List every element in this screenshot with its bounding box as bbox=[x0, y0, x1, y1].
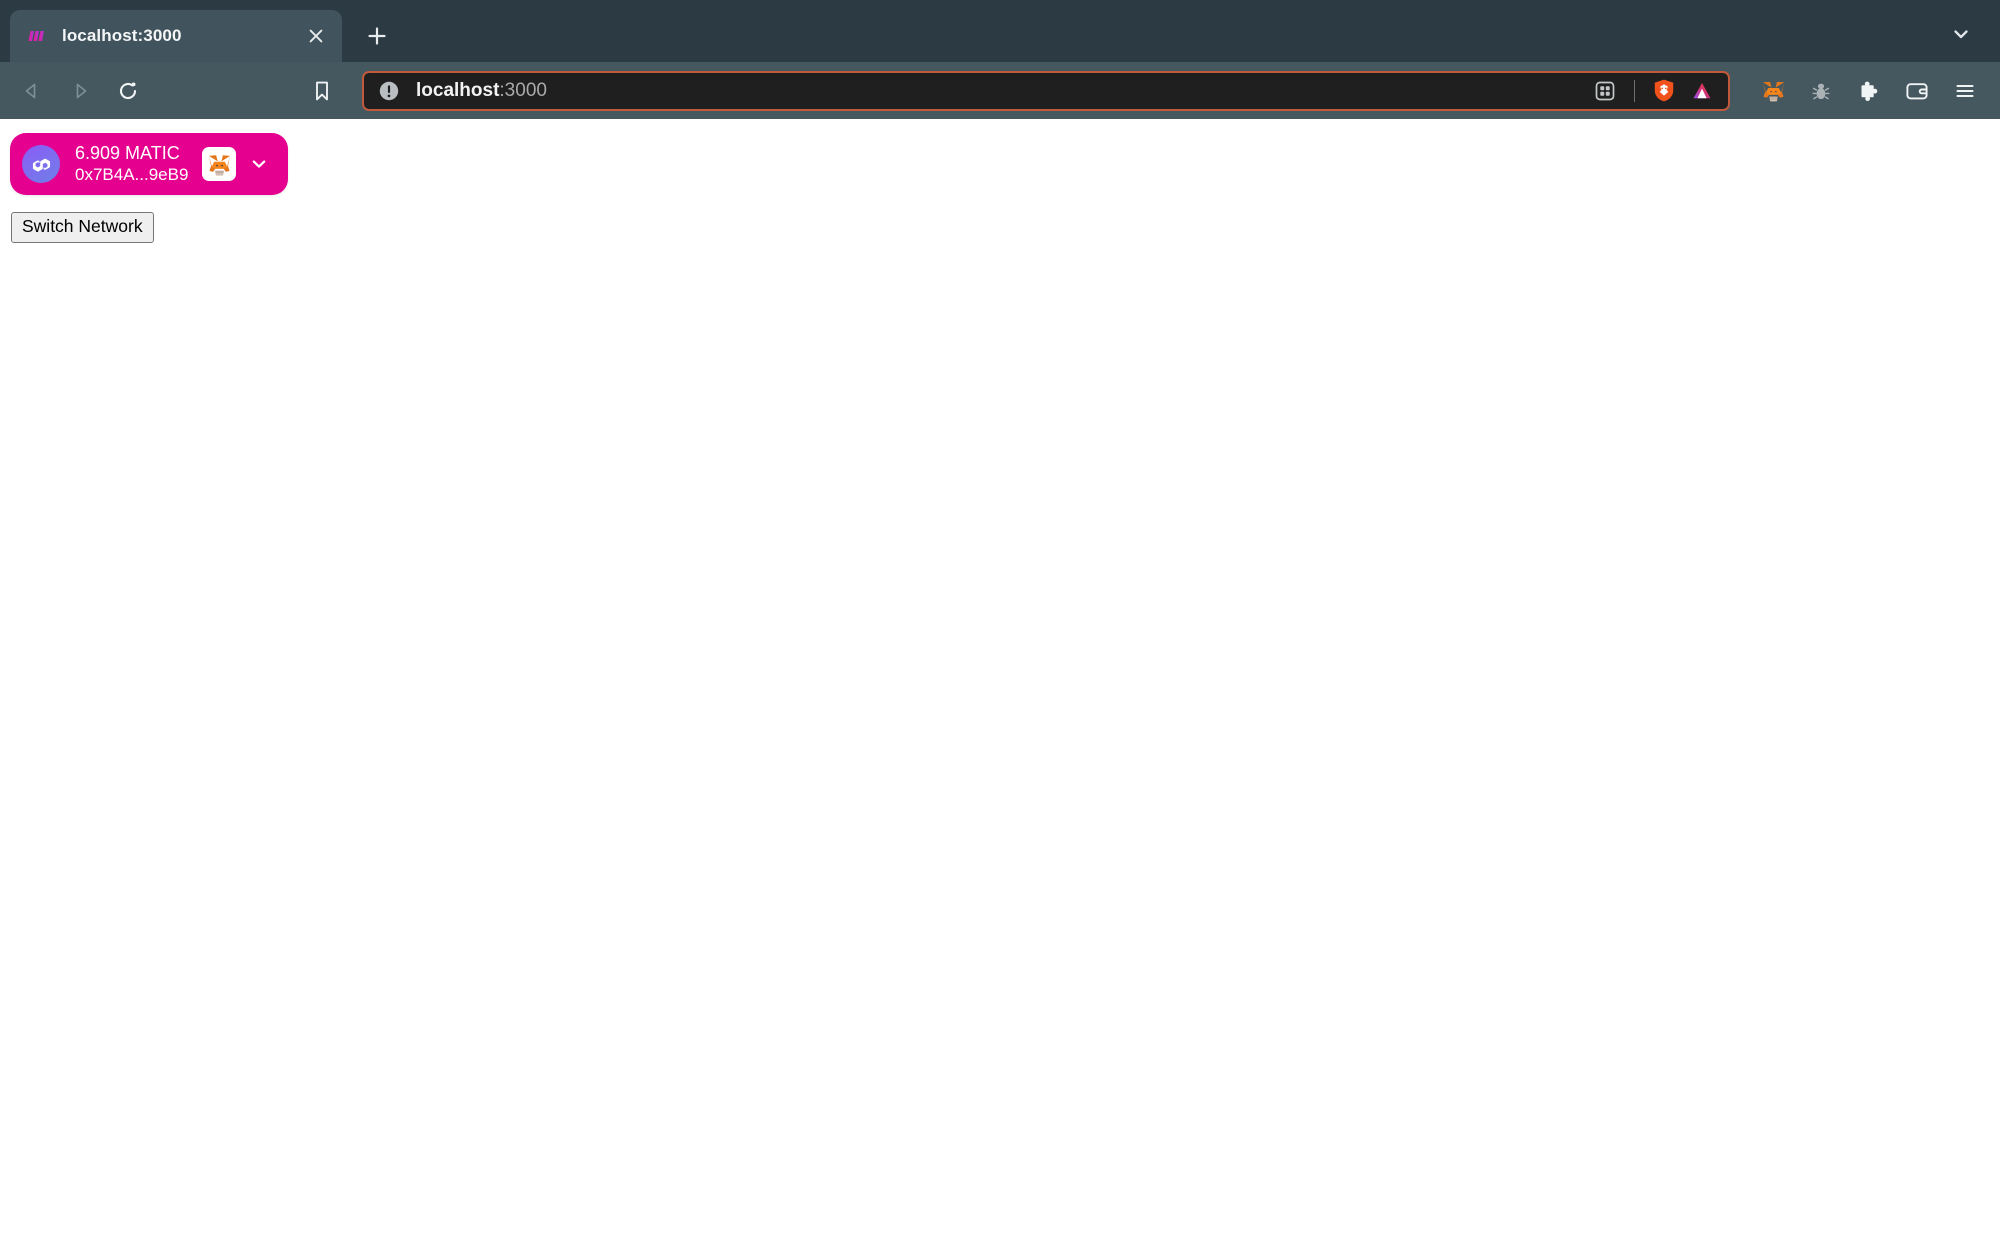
tab-search-chevron-down-icon[interactable] bbox=[1944, 17, 1978, 51]
url-host: localhost bbox=[416, 79, 500, 101]
toolbar-extension-area bbox=[1752, 70, 1986, 112]
browser-tab-localhost[interactable]: localhost:3000 bbox=[10, 10, 342, 62]
brave-rewards-triangle-icon[interactable] bbox=[1684, 74, 1720, 108]
address-bar-actions bbox=[1587, 74, 1720, 108]
wallet-address: 0x7B4A...9eB9 bbox=[75, 164, 189, 184]
omnibox-divider bbox=[1634, 79, 1635, 102]
wallet-icon[interactable] bbox=[1896, 70, 1938, 112]
site-favicon-bars-icon bbox=[26, 25, 48, 47]
wallet-info: 6.909 MATIC 0x7B4A...9eB9 bbox=[75, 143, 188, 184]
back-arrow-icon[interactable] bbox=[10, 69, 54, 113]
forward-arrow-icon[interactable] bbox=[58, 69, 102, 113]
bookmark-icon[interactable] bbox=[300, 69, 344, 113]
wallet-chevron-down-icon[interactable] bbox=[244, 149, 274, 179]
page-content: 6.909 MATIC 0x7B4A...9eB9 Switch Network bbox=[0, 119, 2000, 1250]
tab-strip: localhost:3000 bbox=[0, 0, 2000, 62]
tab-title: localhost:3000 bbox=[62, 26, 182, 45]
bug-extension-icon[interactable] bbox=[1800, 70, 1842, 112]
address-bar-url[interactable]: localhost:3000 bbox=[416, 80, 1587, 102]
metamask-fox-avatar-icon bbox=[202, 147, 237, 181]
qr-code-icon[interactable] bbox=[1587, 74, 1623, 108]
new-tab-button[interactable] bbox=[356, 15, 398, 57]
wallet-connect-button[interactable]: 6.909 MATIC 0x7B4A...9eB9 bbox=[10, 133, 289, 195]
polygon-logo-icon bbox=[22, 145, 60, 183]
tab-close-icon[interactable] bbox=[302, 22, 330, 50]
hamburger-menu-icon[interactable] bbox=[1944, 70, 1986, 112]
puzzle-extensions-icon[interactable] bbox=[1848, 70, 1890, 112]
info-circle-icon[interactable] bbox=[374, 76, 404, 106]
url-port: :3000 bbox=[499, 79, 547, 101]
brave-shields-lion-icon[interactable] bbox=[1646, 74, 1682, 108]
wallet-balance: 6.909 MATIC bbox=[75, 143, 180, 164]
switch-network-button[interactable]: Switch Network bbox=[11, 212, 154, 243]
browser-toolbar: localhost:3000 bbox=[0, 62, 2000, 119]
reload-icon[interactable] bbox=[106, 69, 150, 113]
metamask-extension-icon[interactable] bbox=[1752, 70, 1794, 112]
browser-window: localhost:3000 localhost:3000 6.909 MATI… bbox=[0, 0, 2000, 1250]
address-bar[interactable]: localhost:3000 bbox=[362, 70, 1730, 111]
